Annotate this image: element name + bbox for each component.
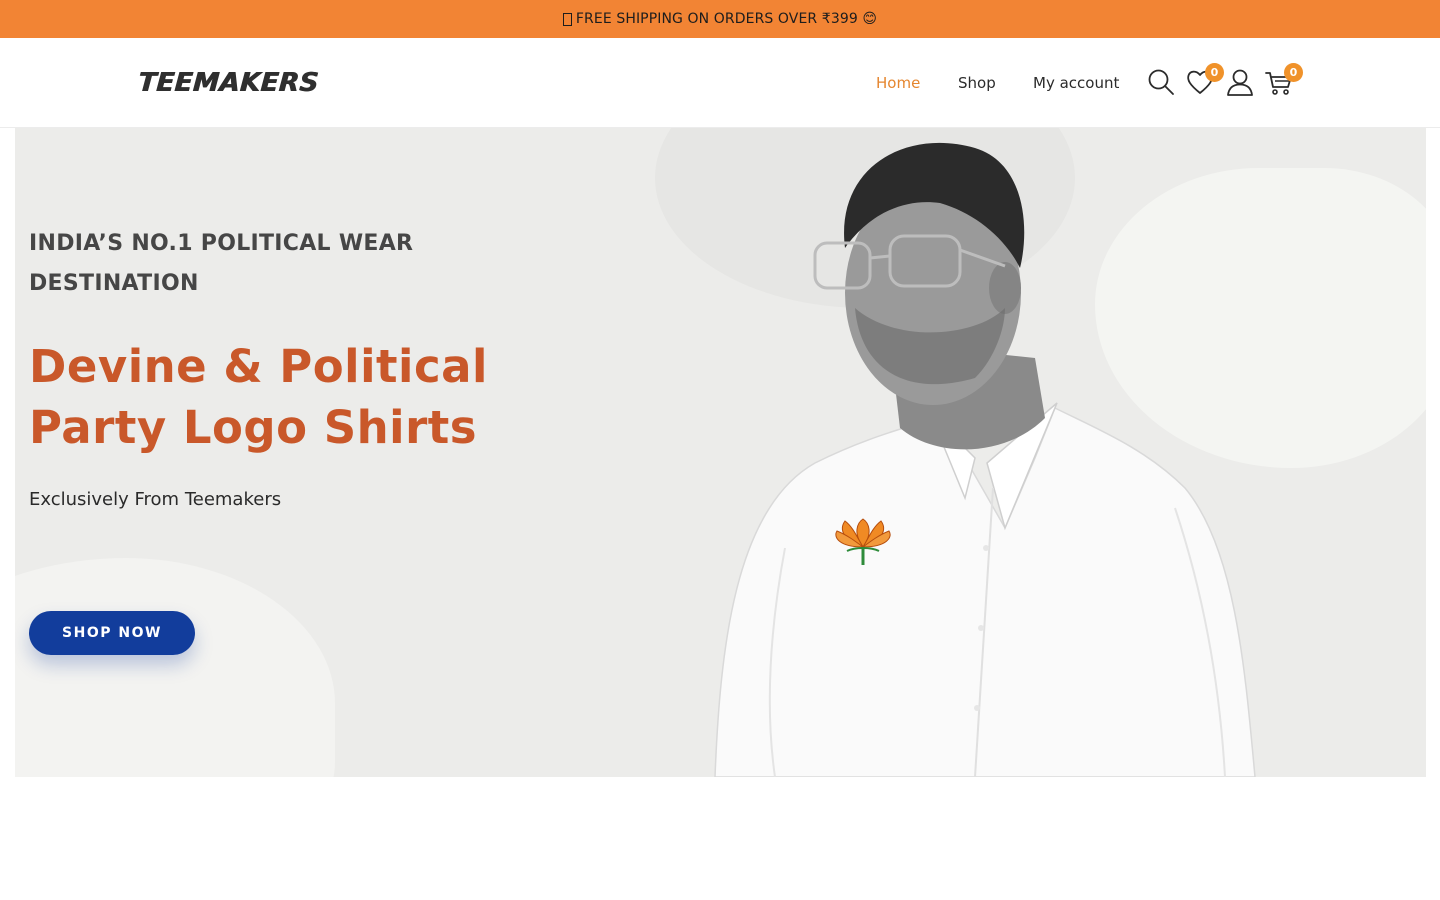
nav-home[interactable]: Home — [876, 74, 920, 92]
hero-subline: Exclusively From Teemakers — [29, 489, 282, 510]
model-photo — [714, 142, 1256, 777]
shop-now-button[interactable]: SHOP NOW — [29, 611, 195, 655]
hero-eyebrow: INDIA’S NO.1 POLITICAL WEAR DESTINATION — [29, 231, 414, 296]
search-icon[interactable] — [1147, 68, 1175, 96]
cart-count-badge: 0 — [1284, 63, 1303, 82]
wishlist-button[interactable]: 0 — [1186, 63, 1224, 96]
logo[interactable]: TEEMAKERS — [137, 68, 320, 98]
site-header: TEEMAKERS Home Shop My account 0 0 — [0, 38, 1440, 128]
nav-my-account[interactable]: My account — [1033, 74, 1119, 92]
user-icon[interactable] — [1226, 68, 1254, 96]
cart-button[interactable]: 0 — [1265, 63, 1303, 96]
hero-banner: INDIA’S NO.1 POLITICAL WEAR DESTINATION … — [15, 128, 1426, 777]
missing-glyph-icon — [562, 12, 572, 26]
promo-bar: FREE SHIPPING ON ORDERS OVER ₹399 😊 — [0, 0, 1440, 38]
background-shape — [15, 558, 335, 777]
nav-shop[interactable]: Shop — [958, 74, 996, 92]
promo-text: FREE SHIPPING ON ORDERS OVER ₹399 😊 — [575, 11, 878, 27]
wishlist-count-badge: 0 — [1205, 63, 1224, 82]
hero-headline: Devine & Political Party Logo Shirts — [29, 340, 488, 454]
